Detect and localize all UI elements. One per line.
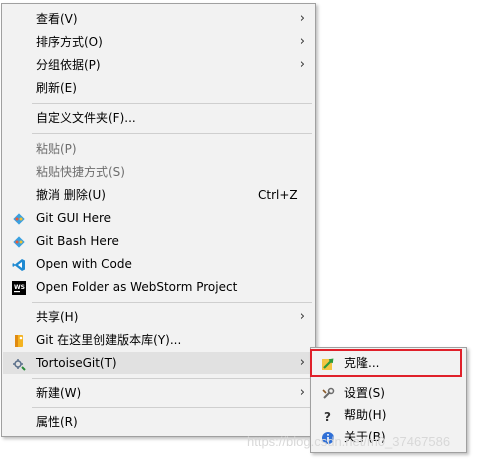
- menu-item-tortoisegit[interactable]: TortoiseGit(T) ›: [3, 352, 314, 374]
- svg-text:WS: WS: [14, 284, 25, 291]
- chevron-right-icon: ›: [299, 355, 305, 370]
- menu-separator: [32, 103, 312, 104]
- menu-item-open-webstorm[interactable]: WS Open Folder as WebStorm Project: [3, 276, 314, 298]
- menu-item-label: Open with Code: [36, 257, 132, 271]
- menu-item-label: 撤消 删除(U): [36, 188, 106, 202]
- menu-item-undo-delete[interactable]: 撤消 删除(U) Ctrl+Z: [3, 184, 314, 206]
- settings-wrench-icon: [321, 386, 335, 400]
- chevron-right-icon: ›: [299, 309, 305, 324]
- menu-item-label: Git Bash Here: [36, 234, 119, 248]
- submenu-item-settings[interactable]: 设置(S): [312, 382, 465, 404]
- webstorm-icon: WS: [12, 280, 26, 295]
- chevron-right-icon: ›: [299, 34, 305, 49]
- chevron-right-icon: ›: [299, 57, 305, 72]
- menu-item-sort-by[interactable]: 排序方式(O) ›: [3, 31, 314, 53]
- shortcut-text: Ctrl+Z: [258, 188, 298, 202]
- menu-separator: [32, 378, 312, 379]
- menu-item-label: 新建(W): [36, 386, 82, 400]
- menu-item-refresh[interactable]: 刷新(E): [3, 77, 314, 99]
- git-diamond-icon: [12, 234, 26, 248]
- context-menu: 查看(V) › 排序方式(O) › 分组依据(P) › 刷新(E) 自定义文件夹…: [1, 3, 316, 437]
- menu-item-label: Git GUI Here: [36, 211, 112, 225]
- tortoisegit-create-repo-icon: [12, 333, 26, 347]
- menu-separator: [32, 407, 312, 408]
- submenu-item-help[interactable]: ? 帮助(H): [312, 404, 465, 426]
- menu-item-label: Open Folder as WebStorm Project: [36, 280, 238, 294]
- menu-item-label: 排序方式(O): [36, 35, 103, 49]
- menu-item-label: 分组依据(P): [36, 58, 101, 72]
- menu-item-open-with-code[interactable]: Open with Code: [3, 253, 314, 275]
- chevron-right-icon: ›: [299, 385, 305, 400]
- menu-item-label: 刷新(E): [36, 81, 77, 95]
- menu-item-properties[interactable]: 属性(R): [3, 411, 314, 433]
- menu-item-label: 自定义文件夹(F)...: [36, 111, 136, 125]
- submenu-item-label: 设置(S): [344, 386, 385, 400]
- menu-item-git-bash[interactable]: Git Bash Here: [3, 230, 314, 252]
- submenu-item-label: 帮助(H): [344, 408, 387, 422]
- git-diamond-icon: [12, 211, 26, 225]
- vscode-icon: [12, 257, 26, 271]
- menu-item-group-by[interactable]: 分组依据(P) ›: [3, 54, 314, 76]
- menu-item-label: 共享(H): [36, 310, 79, 324]
- menu-item-paste-shortcut: 粘贴快捷方式(S): [3, 161, 314, 183]
- menu-item-label: 属性(R): [36, 415, 78, 429]
- menu-item-paste: 粘贴(P): [3, 138, 314, 160]
- watermark-text: https://blog.csdn.net/m0_37467586: [247, 434, 451, 449]
- chevron-right-icon: ›: [299, 11, 305, 26]
- menu-item-new[interactable]: 新建(W) ›: [3, 382, 314, 404]
- menu-item-label: 粘贴快捷方式(S): [36, 165, 125, 179]
- menu-item-label: TortoiseGit(T): [36, 356, 117, 370]
- menu-item-label: 粘贴(P): [36, 142, 77, 156]
- menu-item-customize-folder[interactable]: 自定义文件夹(F)...: [3, 107, 314, 129]
- menu-item-label: 查看(V): [36, 12, 78, 26]
- menu-item-git-create-repo[interactable]: Git 在这里创建版本库(Y)...: [3, 329, 314, 351]
- menu-item-share[interactable]: 共享(H) ›: [3, 306, 314, 328]
- tortoisegit-icon: [12, 356, 26, 371]
- menu-item-label: Git 在这里创建版本库(Y)...: [36, 333, 182, 347]
- annotation-highlight-box: [310, 349, 462, 377]
- menu-separator: [32, 302, 312, 303]
- svg-text:?: ?: [324, 410, 331, 423]
- menu-item-git-gui[interactable]: Git GUI Here: [3, 207, 314, 229]
- help-icon: ?: [321, 408, 335, 424]
- menu-item-view[interactable]: 查看(V) ›: [3, 8, 314, 30]
- menu-separator: [32, 133, 312, 134]
